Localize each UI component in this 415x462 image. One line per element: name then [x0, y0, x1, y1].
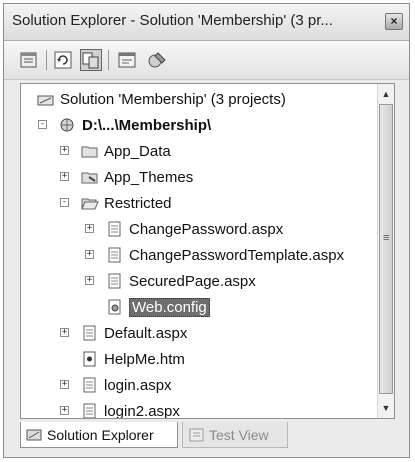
- expand-toggle[interactable]: +: [60, 146, 69, 155]
- tree-item[interactable]: - D:\...\Membership\: [38, 114, 212, 136]
- tree-item-label: Restricted: [104, 194, 172, 212]
- collapse-toggle[interactable]: -: [38, 120, 47, 129]
- tree-item[interactable]: + ChangePassword.aspx: [85, 218, 284, 240]
- panel-tabs: Solution Explorer Test View: [20, 422, 395, 452]
- tree-item[interactable]: Web.config: [106, 296, 210, 318]
- aspx-file-icon: [108, 221, 121, 237]
- collapse-toggle[interactable]: -: [60, 198, 69, 207]
- tree-item-label: ChangePasswordTemplate.aspx: [129, 246, 345, 264]
- properties-button[interactable]: [18, 49, 40, 71]
- solution-icon: [37, 95, 54, 106]
- html-file-icon: [83, 351, 96, 367]
- tree-item-label: SecuredPage.aspx: [129, 272, 256, 290]
- tree-item-label: login.aspx: [104, 376, 172, 394]
- expand-toggle[interactable]: +: [60, 406, 69, 415]
- solution-tree[interactable]: Solution 'Membership' (3 projects) - D:\..…: [20, 83, 395, 419]
- asp-net-configuration-button[interactable]: [146, 49, 168, 71]
- website-project-icon: [60, 118, 74, 132]
- aspx-file-icon: [108, 273, 121, 289]
- expand-toggle[interactable]: +: [60, 380, 69, 389]
- solution-explorer-window: Solution Explorer - Solution 'Membership…: [3, 3, 410, 458]
- tab-test-view[interactable]: Test View: [182, 422, 288, 448]
- show-all-files-button[interactable]: [80, 49, 102, 71]
- tree-item-label: App_Data: [104, 142, 171, 160]
- tree-item[interactable]: + ChangePasswordTemplate.aspx: [85, 244, 345, 266]
- close-button[interactable]: ×: [385, 13, 403, 30]
- tree-item[interactable]: + SecuredPage.aspx: [85, 270, 256, 292]
- view-code-icon: [118, 52, 136, 68]
- tree-item[interactable]: + Default.aspx: [60, 322, 188, 344]
- test-view-tab-icon: [189, 428, 204, 441]
- folder-icon: [81, 146, 98, 158]
- aspx-file-icon: [108, 247, 121, 263]
- tree-item[interactable]: + login.aspx: [60, 374, 172, 396]
- asp-net-configuration-icon: [148, 52, 166, 68]
- show-all-files-icon: [82, 52, 99, 69]
- open-folder-icon: [81, 198, 99, 210]
- tree-item[interactable]: + App_Themes: [60, 166, 194, 188]
- tree-item[interactable]: + App_Data: [60, 140, 171, 162]
- aspx-file-icon: [83, 325, 96, 341]
- solution-explorer-tab-icon: [26, 429, 42, 440]
- config-file-icon: [108, 299, 121, 315]
- scroll-down-arrow[interactable]: ▼: [378, 400, 394, 416]
- expand-toggle[interactable]: +: [85, 276, 94, 285]
- view-code-button[interactable]: [116, 49, 138, 71]
- properties-icon: [20, 52, 37, 68]
- toolbar-separator: [46, 50, 47, 70]
- tree-item[interactable]: Solution 'Membership' (3 projects): [37, 88, 286, 110]
- tree-item-label: Default.aspx: [104, 324, 188, 342]
- tree-item-label: ChangePassword.aspx: [129, 220, 284, 238]
- vertical-scrollbar[interactable]: ▲ ≡ ▼: [377, 84, 394, 418]
- tree-item[interactable]: - Restricted: [60, 192, 172, 214]
- title-bar[interactable]: Solution Explorer - Solution 'Membership…: [4, 4, 409, 41]
- tree-item-label-selected: Web.config: [129, 297, 210, 317]
- tab-solution-explorer[interactable]: Solution Explorer: [20, 422, 178, 448]
- tree-item-label: App_Themes: [104, 168, 194, 186]
- aspx-file-icon: [83, 403, 96, 418]
- tab-label: Test View: [209, 426, 269, 443]
- refresh-button[interactable]: [52, 49, 74, 71]
- refresh-icon: [54, 51, 72, 69]
- toolbar-separator: [108, 50, 109, 70]
- expand-toggle[interactable]: +: [60, 172, 69, 181]
- scroll-thumb[interactable]: ≡: [379, 104, 393, 394]
- tree-item-label: HelpMe.htm: [104, 350, 185, 368]
- tree-item[interactable]: HelpMe.htm: [81, 348, 185, 370]
- expand-toggle[interactable]: +: [60, 328, 69, 337]
- tree-item-label: Solution 'Membership' (3 projects): [60, 90, 286, 108]
- tree-item-label: login2.aspx: [104, 402, 180, 419]
- toolbar: [4, 41, 409, 80]
- aspx-file-icon: [83, 377, 96, 393]
- expand-toggle[interactable]: +: [85, 224, 94, 233]
- window-title: Solution Explorer - Solution 'Membership…: [12, 12, 333, 29]
- scroll-grip-icon: ≡: [383, 232, 390, 244]
- tree-item-label: D:\...\Membership\: [82, 116, 212, 134]
- scroll-up-arrow[interactable]: ▲: [378, 86, 394, 102]
- tab-label: Solution Explorer: [47, 426, 154, 443]
- expand-toggle[interactable]: +: [85, 250, 94, 259]
- themes-folder-icon: [81, 172, 98, 184]
- tree-item[interactable]: + login2.aspx: [60, 400, 180, 419]
